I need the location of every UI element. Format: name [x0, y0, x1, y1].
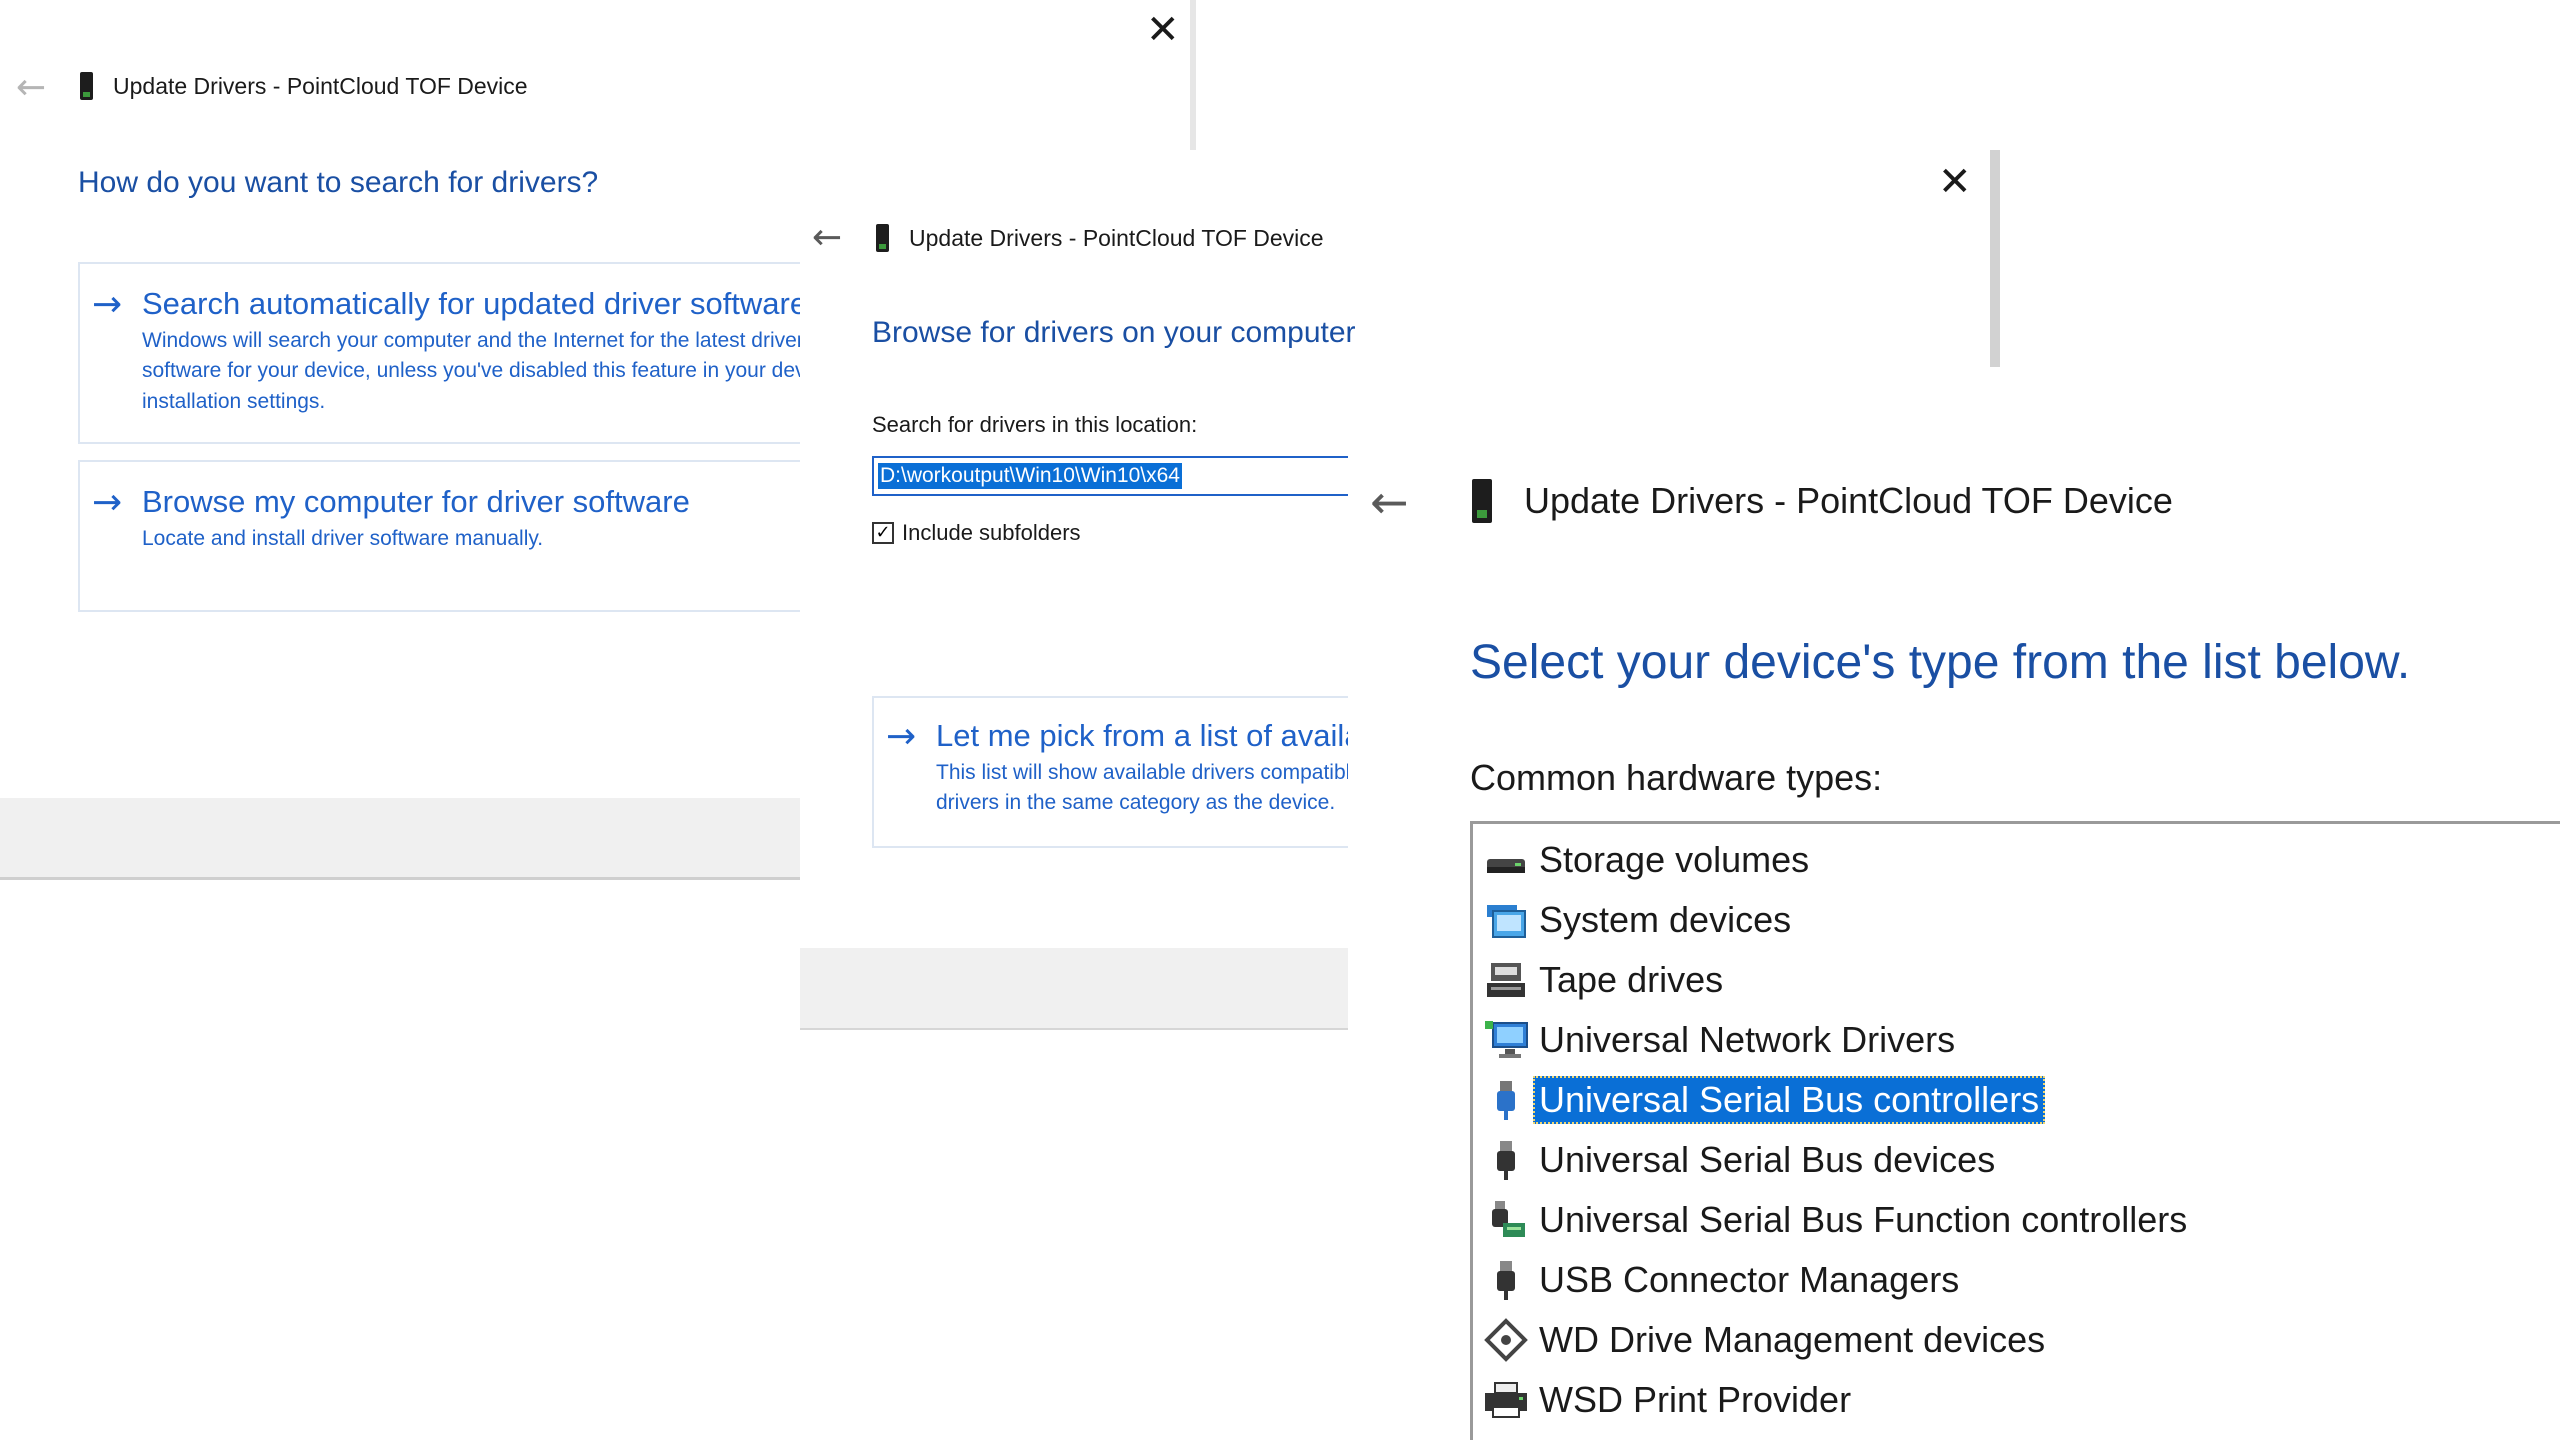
list-item[interactable]: WSD Print Provider — [1483, 1374, 1857, 1426]
usb-plug-icon — [1483, 1257, 1529, 1303]
list-item-label: Universal Serial Bus devices — [1539, 1139, 1996, 1180]
arrow-right-icon: → — [92, 482, 123, 523]
dialog-title-text: Update Drivers - PointCloud TOF Device — [1524, 480, 2173, 521]
page-heading: How do you want to search for drivers? — [78, 166, 599, 199]
device-icon — [876, 224, 889, 252]
list-item-label: Universal Network Drivers — [1539, 1019, 1956, 1060]
page-heading: Browse for drivers on your computer — [872, 316, 1356, 349]
dialog-title: Update Drivers - PointCloud TOF Device — [80, 72, 528, 100]
list-item[interactable]: System devices — [1483, 894, 1797, 946]
include-subfolders-checkbox[interactable]: ✓ Include subfolders — [872, 520, 1081, 546]
list-item-label: Storage volumes — [1539, 839, 1810, 880]
list-item-label: WD Drive Management devices — [1539, 1319, 2046, 1360]
back-arrow-icon[interactable]: ← — [16, 70, 46, 106]
checkbox-box[interactable]: ✓ — [872, 522, 894, 544]
usb-plug-icon — [1483, 1137, 1529, 1183]
usb-plug-icon — [1483, 1077, 1529, 1123]
dialog-title-text: Update Drivers - PointCloud TOF Device — [113, 72, 528, 99]
list-item[interactable]: Tape drives — [1483, 954, 1729, 1006]
option-title: Search automatically for updated driver … — [142, 286, 808, 321]
back-arrow-icon[interactable]: ← — [812, 220, 842, 256]
list-item-label: System devices — [1539, 899, 1792, 940]
system-devices-icon — [1483, 897, 1529, 943]
network-monitor-icon — [1483, 1017, 1529, 1063]
arrow-right-icon: → — [886, 716, 917, 757]
hardware-types-list[interactable]: Storage volumes System devices Tape driv… — [1470, 821, 2560, 1440]
list-item[interactable]: USB Connector Managers — [1483, 1254, 1965, 1306]
device-icon — [1472, 479, 1492, 523]
checkbox-label: Include subfolders — [902, 520, 1081, 545]
list-item[interactable]: Universal Network Drivers — [1483, 1014, 1961, 1066]
option-title: Browse my computer for driver software — [142, 484, 690, 519]
wd-drive-icon — [1483, 1317, 1529, 1363]
list-item[interactable]: Storage volumes — [1483, 834, 1815, 886]
option-description: Windows will search your computer and th… — [142, 329, 833, 413]
location-input[interactable]: D:\workoutput\Win10\Win10\x64 — [872, 456, 1352, 496]
list-item[interactable]: WD Drive Management devices — [1483, 1314, 2051, 1366]
option-description: Locate and install driver software manua… — [142, 527, 544, 550]
dialog-title: Update Drivers - PointCloud TOF Device — [1472, 479, 2173, 523]
dialog-title: Update Drivers - PointCloud TOF Device — [876, 224, 1324, 252]
storage-volume-icon — [1483, 837, 1529, 883]
page-heading: Select your device's type from the list … — [1470, 636, 2411, 689]
list-item-selected[interactable]: Universal Serial Bus controllers — [1483, 1074, 2046, 1126]
list-item[interactable]: Universal Serial Bus Function controller… — [1483, 1194, 2193, 1246]
list-item-label: Tape drives — [1539, 959, 1724, 1000]
close-icon[interactable]: ✕ — [1146, 10, 1180, 50]
dialog-select-device-type: ← Update Drivers - PointCloud TOF Device… — [1348, 367, 2560, 1440]
list-item-label: USB Connector Managers — [1539, 1259, 1960, 1300]
list-item-label: Universal Serial Bus Function controller… — [1539, 1199, 2188, 1240]
location-input-value: D:\workoutput\Win10\Win10\x64 — [878, 463, 1182, 489]
hardware-types-label: Common hardware types: — [1470, 757, 1883, 798]
location-label: Search for drivers in this location: — [872, 412, 1198, 437]
list-item-label: Universal Serial Bus controllers — [1533, 1076, 2046, 1124]
list-item[interactable]: Universal Serial Bus devices — [1483, 1134, 2001, 1186]
close-icon[interactable]: ✕ — [1938, 162, 1972, 202]
arrow-right-icon: → — [92, 284, 123, 325]
dialog-title-text: Update Drivers - PointCloud TOF Device — [909, 224, 1324, 251]
device-icon — [80, 72, 93, 100]
printer-icon — [1483, 1377, 1529, 1423]
usb-function-icon — [1483, 1197, 1529, 1243]
tape-drive-icon — [1483, 957, 1529, 1003]
back-arrow-icon[interactable]: ← — [1370, 479, 1409, 525]
list-item-label: WSD Print Provider — [1539, 1379, 1852, 1420]
